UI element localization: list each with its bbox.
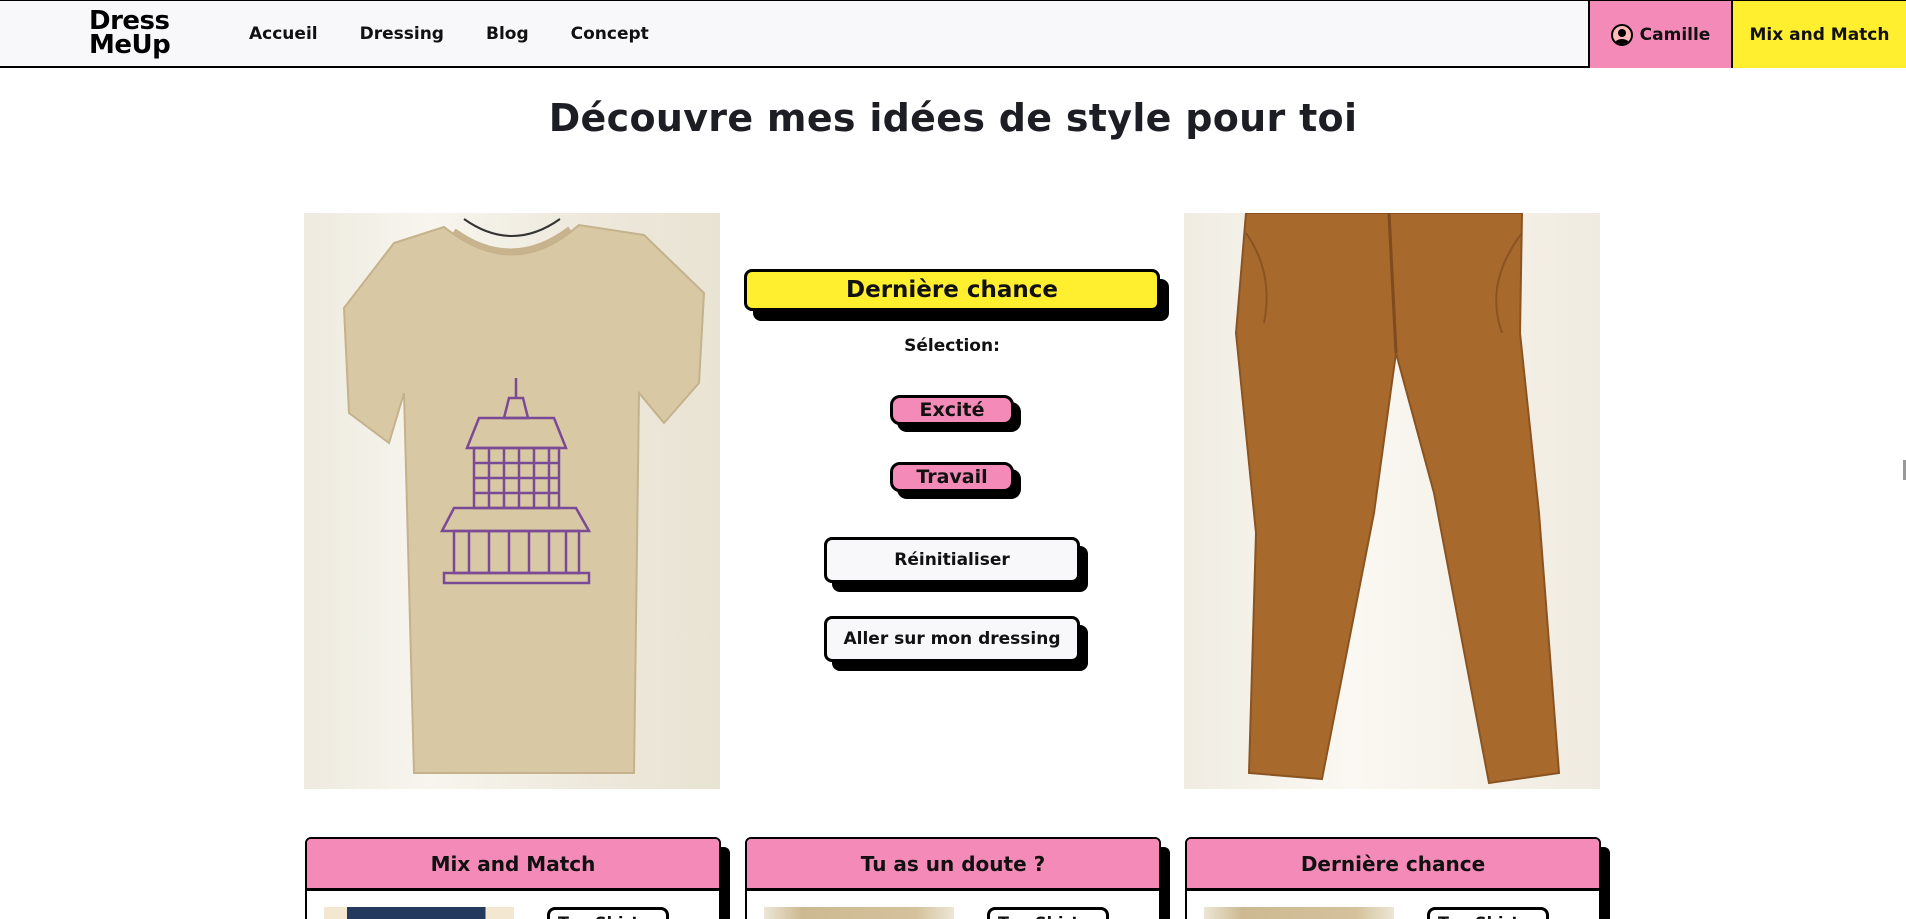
suggestion-card-derniere-chance[interactable]: Dernière chance Tee-Shirt xyxy=(1185,837,1601,919)
derniere-chance-button[interactable]: Dernière chance xyxy=(744,269,1160,311)
nav-blog-link[interactable]: Blog xyxy=(486,24,529,44)
suggestion-card-tu-as-un-doute[interactable]: Tu as un doute ? Tee-Shirt xyxy=(745,837,1161,919)
card-thumbnail xyxy=(324,907,514,919)
nav-dressing-link[interactable]: Dressing xyxy=(360,24,444,44)
tag-travail[interactable]: Travail xyxy=(890,462,1014,492)
card-chip: Tee-Shirt xyxy=(987,907,1109,919)
user-icon xyxy=(1610,23,1633,46)
card-chip: Tee-Shirt xyxy=(547,907,669,919)
main-nav: Accueil Dressing Blog Concept xyxy=(249,1,691,67)
card-title: Tu as un doute ? xyxy=(747,839,1159,891)
page-title: Découvre mes idées de style pour toi xyxy=(548,96,1358,140)
card-title: Dernière chance xyxy=(1187,839,1599,891)
logo-line-2: MeUp xyxy=(89,30,171,60)
go-to-dressing-button[interactable]: Aller sur mon dressing xyxy=(824,616,1080,662)
suggestion-card-mix-and-match[interactable]: Mix and Match Tee-Shirt xyxy=(305,837,721,919)
card-thumbnail xyxy=(764,907,954,919)
card-thumbnail xyxy=(1204,907,1394,919)
selection-label: Sélection: xyxy=(904,336,1000,356)
nav-accueil-link[interactable]: Accueil xyxy=(249,24,318,44)
top-navbar: Dress MeUp Accueil Dressing Blog Concept… xyxy=(0,0,1906,68)
user-account-button[interactable]: Camille xyxy=(1588,1,1731,68)
card-title: Mix and Match xyxy=(307,839,719,891)
user-name-label: Camille xyxy=(1639,24,1711,45)
logo[interactable]: Dress MeUp xyxy=(89,8,171,60)
nav-concept-link[interactable]: Concept xyxy=(571,24,649,44)
mix-and-match-nav-button[interactable]: Mix and Match xyxy=(1731,1,1906,68)
tag-excite[interactable]: Excité xyxy=(890,395,1014,425)
card-chip: Tee-Shirt xyxy=(1427,907,1549,919)
top-garment-image xyxy=(304,213,720,789)
reset-button[interactable]: Réinitialiser xyxy=(824,537,1080,583)
bottom-garment-image xyxy=(1184,213,1600,789)
